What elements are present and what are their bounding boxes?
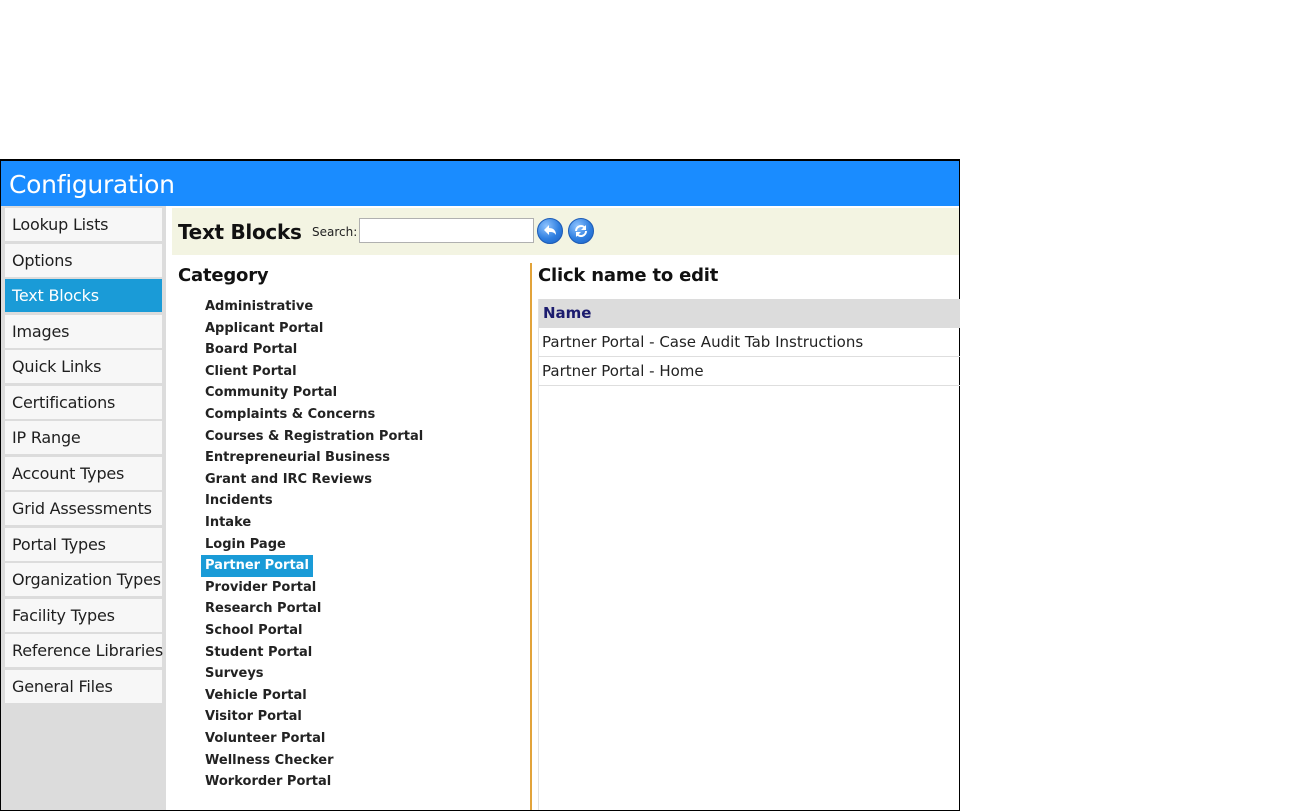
category-item-volunteer-portal[interactable]: Volunteer Portal bbox=[201, 728, 329, 750]
sidebar-item-reference-libraries[interactable]: Reference Libraries bbox=[5, 634, 163, 668]
category-item-partner-portal[interactable]: Partner Portal bbox=[201, 555, 313, 578]
sidebar-item-organization-types[interactable]: Organization Types bbox=[5, 563, 162, 597]
category-item-school-portal[interactable]: School Portal bbox=[201, 620, 306, 642]
category-item-research-portal[interactable]: Research Portal bbox=[201, 598, 325, 620]
results-table: Name Partner Portal - Case Audit Tab Ins… bbox=[538, 299, 960, 810]
category-panel: Category Administrative Applicant Portal B… bbox=[172, 261, 530, 810]
title-bar: Configuration bbox=[1, 161, 959, 206]
category-item-client-portal[interactable]: Client Portal bbox=[201, 361, 301, 383]
sidebar-item-general-files[interactable]: General Files bbox=[5, 669, 162, 704]
sidebar-item-facility-types[interactable]: Facility Types bbox=[5, 598, 162, 633]
results-heading: Click name to edit bbox=[538, 265, 719, 286]
sidebar-item-account-types[interactable]: Account Types bbox=[5, 456, 162, 491]
sidebar-item-text-blocks[interactable]: Text Blocks bbox=[5, 279, 162, 313]
category-item-login-page[interactable]: Login Page bbox=[201, 534, 290, 556]
category-item-community-portal[interactable]: Community Portal bbox=[201, 382, 341, 404]
category-item-student-portal[interactable]: Student Portal bbox=[201, 642, 316, 664]
table-row[interactable]: Partner Portal - Case Audit Tab Instruct… bbox=[539, 328, 960, 357]
toolbar: Text Blocks Search: bbox=[172, 208, 959, 255]
sidebar-item-grid-assessments[interactable]: Grid Assessments bbox=[5, 492, 162, 526]
category-item-intake[interactable]: Intake bbox=[201, 512, 255, 534]
category-item-provider-portal[interactable]: Provider Portal bbox=[201, 577, 320, 599]
search-input[interactable] bbox=[359, 218, 534, 243]
category-item-grant-and-irc-reviews[interactable]: Grant and IRC Reviews bbox=[201, 469, 376, 491]
sidebar-item-portal-types[interactable]: Portal Types bbox=[5, 527, 162, 562]
category-item-incidents[interactable]: Incidents bbox=[201, 490, 277, 512]
sidebar: Lookup Lists Options Text Blocks Images Quic… bbox=[1, 206, 166, 810]
sidebar-item-ip-range[interactable]: IP Range bbox=[5, 421, 162, 455]
sidebar-item-images[interactable]: Images bbox=[5, 314, 162, 349]
category-item-courses-registration-portal[interactable]: Courses & Registration Portal bbox=[201, 426, 427, 448]
column-header-name[interactable]: Name bbox=[539, 299, 960, 328]
window-title: Configuration bbox=[9, 170, 175, 199]
category-item-board-portal[interactable]: Board Portal bbox=[201, 339, 301, 361]
search-label: Search: bbox=[312, 225, 358, 239]
category-item-wellness-checker[interactable]: Wellness Checker bbox=[201, 750, 338, 772]
sidebar-item-lookup-lists[interactable]: Lookup Lists bbox=[5, 208, 162, 242]
category-item-visitor-portal[interactable]: Visitor Portal bbox=[201, 706, 306, 728]
panel-divider[interactable] bbox=[530, 263, 532, 810]
page-title: Text Blocks bbox=[178, 220, 302, 244]
refresh-button[interactable] bbox=[568, 218, 594, 244]
category-heading: Category bbox=[178, 265, 269, 286]
category-item-complaints-concerns[interactable]: Complaints & Concerns bbox=[201, 404, 379, 426]
sidebar-item-options[interactable]: Options bbox=[5, 243, 162, 278]
results-panel: Click name to edit Name Partner Portal -… bbox=[538, 261, 960, 810]
category-item-surveys[interactable]: Surveys bbox=[201, 663, 268, 685]
refresh-icon bbox=[575, 225, 587, 237]
sidebar-item-certifications[interactable]: Certifications bbox=[5, 385, 162, 420]
back-button[interactable] bbox=[537, 218, 563, 244]
sidebar-item-quick-links[interactable]: Quick Links bbox=[5, 350, 162, 384]
category-item-workorder-portal[interactable]: Workorder Portal bbox=[201, 771, 335, 793]
configuration-window: Configuration Lookup Lists Options Text Bl… bbox=[0, 159, 960, 811]
table-row[interactable]: Partner Portal - Home bbox=[539, 357, 960, 386]
back-arrow-icon bbox=[544, 225, 556, 235]
category-item-entrepreneurial-business[interactable]: Entrepreneurial Business bbox=[201, 447, 394, 469]
category-item-vehicle-portal[interactable]: Vehicle Portal bbox=[201, 685, 311, 707]
category-item-applicant-portal[interactable]: Applicant Portal bbox=[201, 318, 327, 340]
category-item-administrative[interactable]: Administrative bbox=[201, 296, 317, 318]
